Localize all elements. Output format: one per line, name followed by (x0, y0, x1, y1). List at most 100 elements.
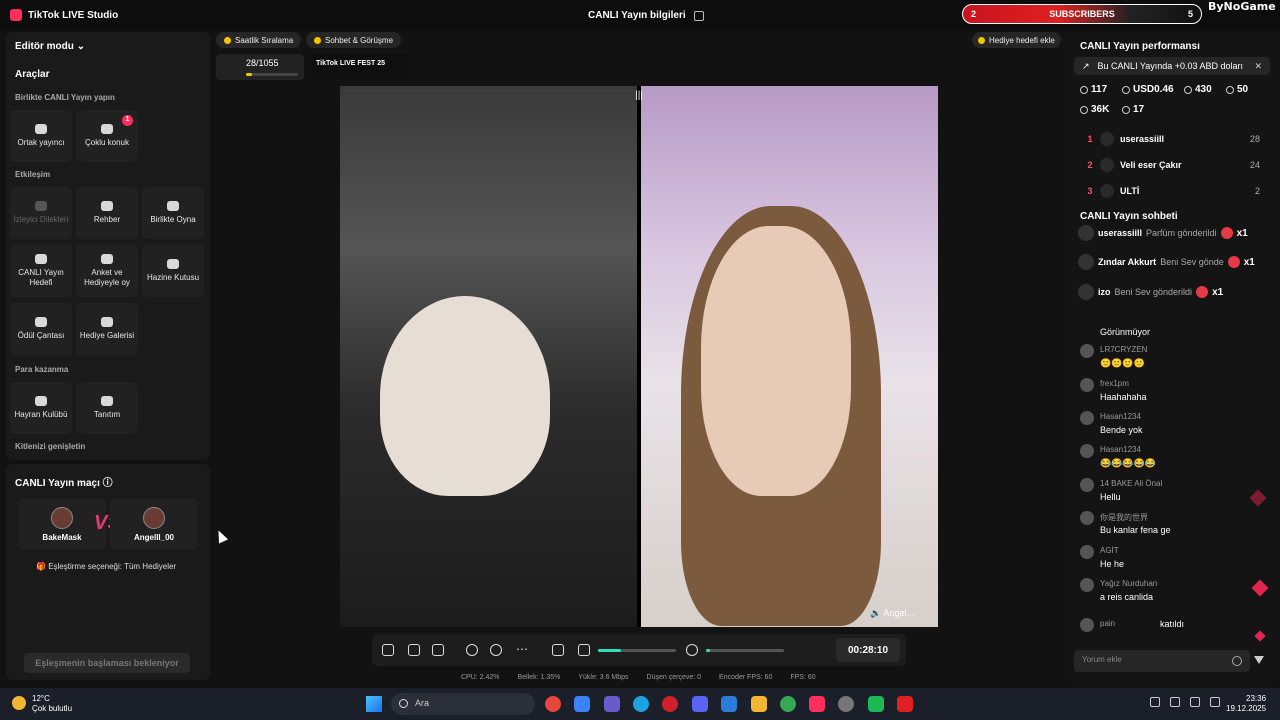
screen-icon[interactable] (408, 644, 420, 656)
chat-user[interactable]: 你是我的世界 (1100, 512, 1148, 523)
share-icon[interactable] (693, 10, 704, 21)
settings-sliders-icon[interactable] (552, 644, 564, 656)
mic-slider[interactable] (706, 649, 784, 652)
temperature: 12°C (32, 694, 50, 703)
reward-bag-button[interactable]: Ödül Çantası (10, 303, 72, 355)
chat-user[interactable]: pain (1100, 619, 1115, 628)
hourly-ranking-chip[interactable]: Saatlik Sıralama (216, 32, 302, 48)
cohost-button[interactable]: Ortak yayıncı (10, 110, 72, 162)
close-icon[interactable]: ✕ (1254, 61, 1262, 72)
add-gift-goal-button[interactable]: Hediye hedefi ekle (972, 32, 1061, 48)
chat-user[interactable]: frex1pm (1100, 379, 1129, 388)
gift-gallery-button[interactable]: Hediye Galerisi (76, 303, 138, 355)
guide-button[interactable]: Rehber (76, 187, 138, 239)
help-icon[interactable]: ⓘ (103, 478, 113, 489)
player2-card[interactable]: Angelll_00 (110, 498, 198, 550)
gifter-score: 2 (1254, 186, 1260, 196)
likes-value: 36K (1091, 104, 1110, 115)
add-source-icon[interactable] (432, 644, 444, 656)
player1-avatar (51, 506, 73, 529)
weather-widget[interactable]: 12°C Çok bulutlu (12, 694, 72, 713)
discord-icon[interactable] (692, 696, 708, 712)
poll-button[interactable]: Anket ve Hediyeyle oy (76, 245, 138, 297)
volume-slider[interactable] (598, 649, 676, 652)
chat-user[interactable]: Hasan1234 (1100, 412, 1141, 421)
avatar (1080, 478, 1094, 492)
viewer-requests-button[interactable]: İzleyici Dilekleri (10, 187, 72, 239)
chat-user[interactable]: Yağız Nurduhan (1100, 579, 1157, 588)
gifter-rank: 3 (1087, 186, 1093, 196)
network-icon[interactable] (1190, 697, 1200, 707)
chat-user[interactable]: AGİT (1100, 546, 1119, 555)
guest-video: 🔈 Angel... (641, 86, 938, 627)
top-gifter-row[interactable]: 1 userassiill 28 (1080, 128, 1266, 150)
rank-progress-box[interactable]: 28/1055 (216, 54, 304, 80)
microphone-icon[interactable] (686, 644, 698, 656)
system-tray (1150, 697, 1220, 707)
gifter-score: 24 (1249, 160, 1260, 170)
chat-user[interactable]: LR7CRYZEN (1100, 345, 1147, 354)
comment-input[interactable]: Yorum ekle (1074, 650, 1250, 672)
avatar (1080, 444, 1094, 458)
chat-text: He he (1100, 559, 1125, 569)
live-goal-label: CANLI Yayın Hedefi (18, 268, 64, 287)
live-fest-banner[interactable]: TikTok LIVE FEST 25 (312, 54, 408, 80)
gift-count: x1 (1243, 256, 1255, 268)
tiktok-studio-icon[interactable] (809, 696, 825, 712)
gift-message: izo Beni Sev gönderildi x1 (1078, 281, 1223, 303)
top-gifter-row[interactable]: 3 ULTİ 2 (1080, 180, 1266, 202)
microphone-tray-icon[interactable] (1170, 697, 1180, 707)
chevron-up-icon[interactable] (1150, 697, 1160, 707)
chat-meet-chip[interactable]: Sohbet & Görüşme (306, 32, 402, 48)
store-icon[interactable] (574, 696, 590, 712)
mic-fill (706, 649, 710, 652)
pairing-option[interactable]: 🎁 Eşleştirme seçeneği: Tüm Hediyeler (36, 562, 176, 571)
more-icon[interactable]: ⋯ (516, 642, 528, 656)
mail-icon[interactable] (721, 696, 737, 712)
chrome-alt-icon[interactable] (780, 696, 796, 712)
avatar (1078, 254, 1094, 270)
emoji-icon[interactable] (1232, 656, 1242, 666)
gift-user[interactable]: izo (1098, 287, 1111, 297)
youtube-icon[interactable] (897, 696, 913, 712)
app-icon[interactable] (838, 696, 854, 712)
waiting-button[interactable]: Eşleşmenin başlaması bekleniyor (24, 653, 190, 673)
game-icon[interactable] (868, 696, 884, 712)
weather-icon (12, 696, 26, 710)
clock[interactable]: 23:36 19.12.2025 (1226, 694, 1266, 715)
promo-button[interactable]: Tanıtım (76, 382, 138, 434)
expand-audience-title: Kitlenizi genişletin (15, 442, 86, 451)
live-info-title[interactable]: CANLI Yayın bilgileri (588, 10, 704, 21)
live-goal-button[interactable]: CANLI Yayın Hedefi (10, 245, 72, 297)
magic-wand-icon[interactable] (382, 644, 394, 656)
chrome-icon[interactable] (545, 696, 561, 712)
layout-split-icon[interactable]: ||| (632, 90, 646, 102)
record-icon[interactable] (466, 644, 478, 656)
chat-user[interactable]: Hasan1234 (1100, 445, 1141, 454)
play-together-button[interactable]: Birlikte Oyna (142, 187, 204, 239)
volume-icon[interactable] (1210, 697, 1220, 707)
gift-user[interactable]: Zındar Akkurt (1098, 257, 1156, 267)
treasure-box-button[interactable]: Hazine Kutusu (142, 245, 204, 297)
filter-icon[interactable] (1254, 656, 1264, 666)
joystick-icon (167, 201, 179, 212)
chat-text: 🙂🙂🙂🙂 (1100, 358, 1145, 368)
editor-mode-dropdown[interactable]: Editör modu ⌄ (15, 41, 85, 52)
folder-icon[interactable] (751, 696, 767, 712)
chat-text: 😂😂😂😂😂 (1100, 458, 1157, 468)
teams-icon[interactable] (604, 696, 620, 712)
top-gifter-row[interactable]: 2 Veli eser Çakır 24 (1080, 154, 1266, 176)
windows-taskbar: 12°C Çok bulutlu Ara 23:36 19.12.2025 (0, 688, 1280, 720)
speaker-icon[interactable] (578, 644, 590, 656)
gift-user[interactable]: userassiill (1098, 228, 1142, 238)
multi-guest-button[interactable]: Çoklu konuk 1 (76, 110, 138, 162)
gift-message: userassiill Parfüm gönderildi x1 (1078, 222, 1248, 244)
player1-card[interactable]: BakeMask (18, 498, 106, 550)
camera-icon[interactable] (490, 644, 502, 656)
taskbar-search[interactable]: Ara (391, 693, 535, 715)
fan-club-button[interactable]: Hayran Kulübü (10, 382, 72, 434)
opera-icon[interactable] (662, 696, 678, 712)
edge-icon[interactable] (633, 696, 649, 712)
windows-start-icon[interactable] (366, 696, 382, 712)
chat-user[interactable]: 14 BAKE Ali Önal (1100, 479, 1162, 488)
